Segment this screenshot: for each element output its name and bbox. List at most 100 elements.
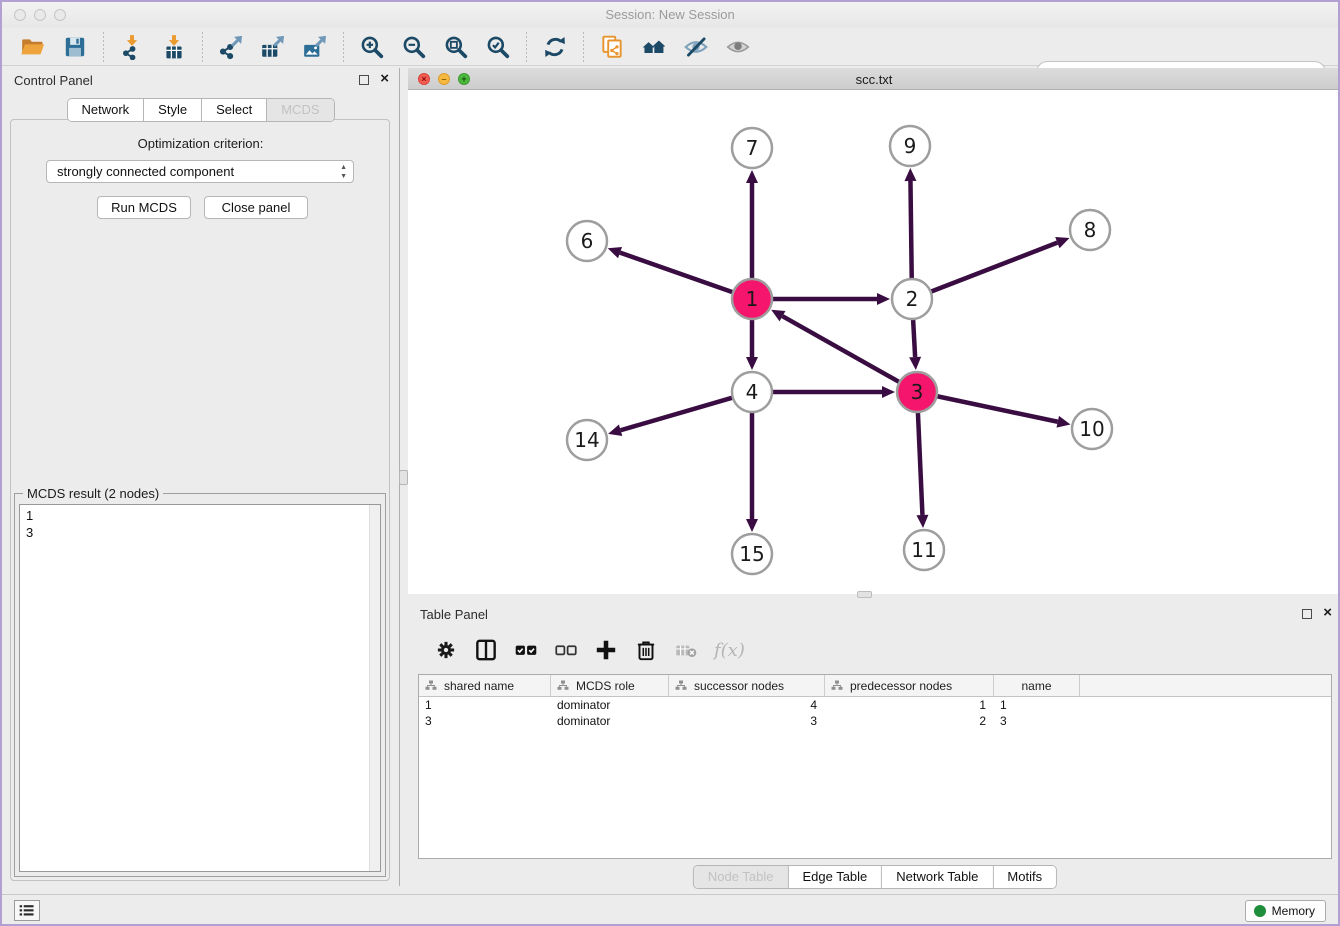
graph-edge-3-11[interactable]: [918, 412, 923, 515]
title-bar: Session: New Session: [2, 2, 1338, 28]
refresh-view-icon[interactable]: [540, 33, 570, 61]
node-label: 4: [746, 380, 759, 404]
graph-edge-4-14[interactable]: [621, 398, 733, 431]
zoom-in-icon[interactable]: [357, 33, 387, 61]
add-column-icon[interactable]: [591, 636, 621, 664]
deselect-checkboxes-icon[interactable]: [551, 636, 581, 664]
delete-column-icon[interactable]: [631, 636, 661, 664]
import-network-icon[interactable]: [117, 33, 147, 61]
edge-arrowhead: [909, 357, 921, 370]
run-mcds-button[interactable]: Run MCDS: [97, 196, 191, 219]
vertical-splitter-handle[interactable]: [399, 470, 408, 485]
export-network-icon[interactable]: [216, 33, 246, 61]
column-header-label: name: [1021, 679, 1051, 693]
tab-node-table[interactable]: Node Table: [694, 866, 789, 888]
column-hierarchy-icon: [675, 680, 687, 691]
graph-edge-3-1[interactable]: [782, 316, 899, 382]
network-graph[interactable]: 1234678910111415: [408, 90, 1338, 592]
tab-edge-table[interactable]: Edge Table: [788, 866, 882, 888]
table-body: 1dominator4113dominator323: [419, 697, 1331, 729]
mcds-result-list[interactable]: 13: [19, 504, 381, 872]
tab-select[interactable]: Select: [202, 99, 267, 121]
control-panel-header: Control Panel ×: [2, 68, 399, 94]
table-header-row: shared name MCDS role successor nodes prede…: [419, 675, 1331, 697]
mcds-result-title: MCDS result (2 nodes): [23, 486, 163, 501]
show-all-icon[interactable]: [723, 33, 753, 61]
close-panel-icon[interactable]: ×: [1323, 604, 1332, 621]
tab-network[interactable]: Network: [67, 99, 144, 121]
column-header-label: successor nodes: [694, 679, 784, 693]
table-cell: dominator: [551, 713, 669, 729]
table-row[interactable]: 3dominator323: [419, 713, 1331, 729]
table-cell: 3: [419, 713, 551, 729]
import-table-icon[interactable]: [159, 33, 189, 61]
node-label: 14: [574, 428, 599, 452]
zoom-fit-icon[interactable]: [441, 33, 471, 61]
float-panel-icon[interactable]: [359, 75, 369, 85]
select-all-checkboxes-icon[interactable]: [511, 636, 541, 664]
export-image-icon[interactable]: [300, 33, 330, 61]
column-header-shared-name[interactable]: shared name: [419, 675, 551, 696]
graph-edge-2-3[interactable]: [913, 319, 915, 357]
node-table[interactable]: shared name MCDS role successor nodes prede…: [418, 674, 1332, 859]
table-cell: 1: [994, 697, 1080, 713]
table-cell: 2: [825, 713, 994, 729]
column-header-predecessor-nodes[interactable]: predecessor nodes: [825, 675, 994, 696]
close-panel-icon[interactable]: ×: [380, 70, 389, 87]
graph-edge-3-10[interactable]: [937, 396, 1058, 422]
tab-style[interactable]: Style: [144, 99, 202, 121]
close-panel-button[interactable]: Close panel: [204, 196, 308, 219]
table-cell: 3: [669, 713, 825, 729]
network-canvas[interactable]: 1234678910111415: [408, 90, 1340, 594]
dropdown-stepper-icon: ▲▼: [340, 163, 347, 181]
node-label: 11: [911, 538, 936, 562]
edge-arrowhead: [746, 170, 758, 183]
hide-selected-icon[interactable]: [681, 33, 711, 61]
function-builder-icon[interactable]: f(x): [714, 640, 745, 661]
node-label: 6: [581, 229, 594, 253]
edge-arrowhead: [916, 515, 928, 528]
table-cell: 1: [419, 697, 551, 713]
dropdown-selected-value: strongly connected component: [57, 164, 234, 179]
delete-table-icon[interactable]: [671, 636, 701, 664]
network-window-titlebar: × – + scc.txt: [408, 68, 1340, 90]
tab-motifs[interactable]: Motifs: [993, 866, 1056, 888]
application-window: Session: New Session: [0, 0, 1340, 926]
copy-network-icon[interactable]: [597, 33, 627, 61]
toolbar-separator: [202, 32, 203, 62]
column-header-MCDS-role[interactable]: MCDS role: [551, 675, 669, 696]
float-panel-icon[interactable]: [1302, 609, 1312, 619]
export-table-icon[interactable]: [258, 33, 288, 61]
tab-network-table[interactable]: Network Table: [882, 866, 993, 888]
tab-mcds[interactable]: MCDS: [267, 99, 333, 121]
control-panel-tabs: NetworkStyleSelectMCDS: [66, 98, 334, 122]
zoom-out-icon[interactable]: [399, 33, 429, 61]
scrollbar-track[interactable]: [369, 505, 380, 871]
table-settings-icon[interactable]: [431, 636, 461, 664]
column-hierarchy-icon: [831, 680, 843, 691]
graph-edge-2-8[interactable]: [931, 243, 1058, 292]
optimization-criterion-label: Optimization criterion:: [2, 136, 399, 151]
edge-arrowhead: [746, 519, 758, 532]
horizontal-splitter-handle[interactable]: [857, 591, 872, 598]
column-header-successor-nodes[interactable]: successor nodes: [669, 675, 825, 696]
optimization-criterion-select[interactable]: strongly connected component ▲▼: [46, 160, 354, 183]
graph-edge-1-6[interactable]: [620, 253, 733, 293]
column-header-name[interactable]: name: [994, 675, 1080, 696]
task-history-button[interactable]: [14, 900, 40, 921]
column-header-label: shared name: [444, 679, 514, 693]
home-layout-icon[interactable]: [639, 33, 669, 61]
table-row[interactable]: 1dominator411: [419, 697, 1331, 713]
toolbar-separator: [103, 32, 104, 62]
split-panel-icon[interactable]: [471, 636, 501, 664]
result-line: 3: [26, 524, 380, 541]
zoom-selected-icon[interactable]: [483, 33, 513, 61]
memory-button[interactable]: Memory: [1245, 900, 1326, 922]
open-session-icon[interactable]: [18, 33, 48, 61]
column-header-label: predecessor nodes: [850, 679, 952, 693]
save-session-icon[interactable]: [60, 33, 90, 61]
graph-edge-2-9[interactable]: [910, 181, 911, 279]
table-panel-header: Table Panel ×: [408, 602, 1340, 628]
network-window-title: scc.txt: [408, 72, 1340, 87]
table-cell: 1: [825, 697, 994, 713]
